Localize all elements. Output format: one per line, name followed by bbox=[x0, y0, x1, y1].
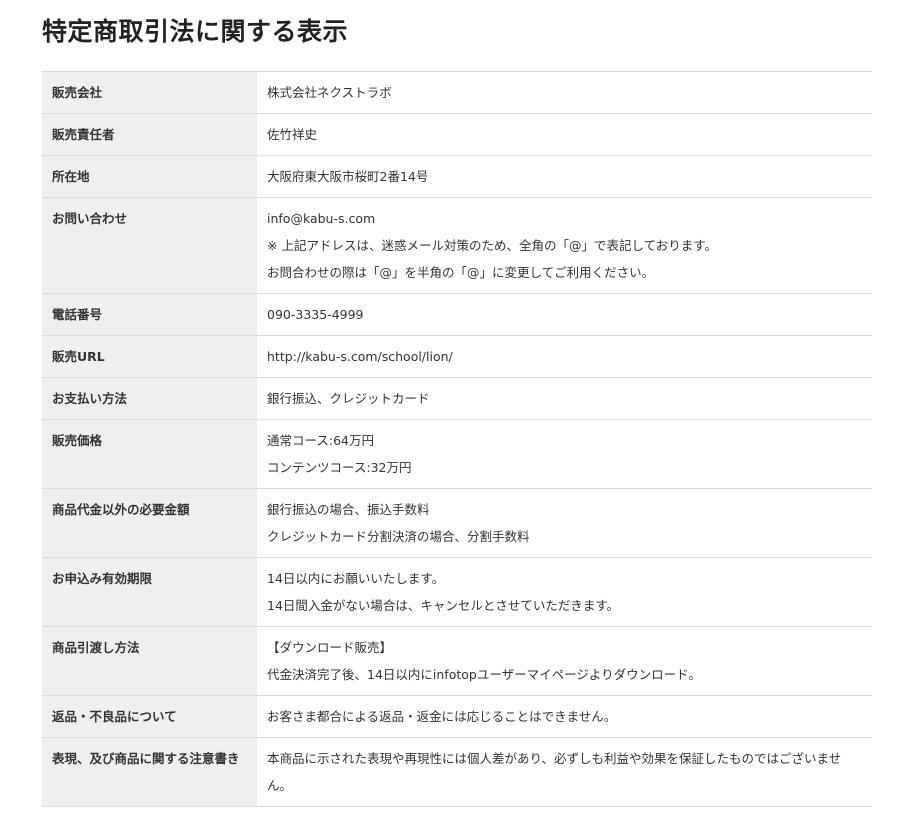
row-value: 銀行振込の場合、振込手数料 クレジットカード分割決済の場合、分割手数料 bbox=[257, 489, 872, 558]
contact-note: ※ 上記アドレスは、迷惑メール対策のため、全角の「@」で表記しております。 bbox=[267, 238, 717, 253]
row-label: お支払い方法 bbox=[42, 377, 257, 420]
delivery-line: 【ダウンロード販売】 bbox=[267, 640, 393, 655]
price-line: コンテンツコース:32万円 bbox=[267, 460, 412, 475]
row-label: 所在地 bbox=[42, 155, 257, 198]
row-value: 本商品に示された表現や再現性には個人差があり、必ずしも利益や効果を保証したもので… bbox=[257, 738, 872, 807]
fee-line: 銀行振込の場合、振込手数料 bbox=[267, 502, 430, 517]
contact-email[interactable]: info@kabu-s.com bbox=[267, 210, 862, 227]
row-value: 佐竹祥史 bbox=[257, 114, 872, 156]
row-label: 販売URL bbox=[42, 335, 257, 378]
table-row-address: 所在地 大阪府東大阪市桜町2番14号 bbox=[42, 155, 872, 198]
row-value: 通常コース:64万円 コンテンツコース:32万円 bbox=[257, 420, 872, 489]
company-name: 株式会社ネクストラボ bbox=[267, 85, 392, 100]
fee-line: クレジットカード分割決済の場合、分割手数料 bbox=[267, 529, 530, 544]
phone-number: 090-3335-4999 bbox=[267, 307, 364, 322]
row-value: 銀行振込、クレジットカード bbox=[257, 378, 872, 420]
row-value: 株式会社ネクストラボ bbox=[257, 72, 872, 114]
disclaimer-text: 本商品に示された表現や再現性には個人差があり、必ずしも利益や効果を保証したもので… bbox=[267, 751, 842, 793]
table-row-sales-url: 販売URL http://kabu-s.com/school/lion/ bbox=[42, 335, 872, 378]
address-text: 大阪府東大阪市桜町2番14号 bbox=[267, 169, 429, 184]
row-value: 090-3335-4999 bbox=[257, 294, 872, 336]
row-value: info@kabu-s.com ※ 上記アドレスは、迷惑メール対策のため、全角の… bbox=[257, 198, 872, 294]
page-title: 特定商取引法に関する表示 bbox=[42, 17, 349, 46]
table-row-phone: 電話番号 090-3335-4999 bbox=[42, 293, 872, 336]
deadline-line: 14日以内にお願いいたします。 bbox=[267, 571, 445, 586]
row-label: 販売責任者 bbox=[42, 113, 257, 156]
table-row-delivery-method: 商品引渡し方法 【ダウンロード販売】 代金決済完了後、14日以内にinfotop… bbox=[42, 626, 872, 696]
row-value: 14日以内にお願いいたします。 14日間入金がない場合は、キャンセルとさせていた… bbox=[257, 558, 872, 627]
table-row-seller: 販売会社 株式会社ネクストラボ bbox=[42, 71, 872, 114]
table-row-disclaimer: 表現、及び商品に関する注意書き 本商品に示された表現や再現性には個人差があり、必… bbox=[42, 737, 872, 807]
table-row-price: 販売価格 通常コース:64万円 コンテンツコース:32万円 bbox=[42, 419, 872, 489]
row-label: 販売価格 bbox=[42, 419, 257, 489]
row-value: 【ダウンロード販売】 代金決済完了後、14日以内にinfotopユーザーマイペー… bbox=[257, 627, 872, 696]
table-row-responsible-person: 販売責任者 佐竹祥史 bbox=[42, 113, 872, 156]
sales-url[interactable]: http://kabu-s.com/school/lion/ bbox=[267, 348, 862, 365]
payment-methods: 銀行振込、クレジットカード bbox=[267, 391, 430, 406]
responsible-person-name: 佐竹祥史 bbox=[267, 127, 318, 142]
row-value: http://kabu-s.com/school/lion/ bbox=[257, 336, 872, 378]
row-label: 商品引渡し方法 bbox=[42, 626, 257, 696]
row-label: 販売会社 bbox=[42, 71, 257, 114]
row-label: 商品代金以外の必要金額 bbox=[42, 488, 257, 558]
row-value: お客さま都合による返品・返金には応じることはできません。 bbox=[257, 696, 872, 738]
table-row-returns: 返品・不良品について お客さま都合による返品・返金には応じることはできません。 bbox=[42, 695, 872, 738]
table-row-payment-method: お支払い方法 銀行振込、クレジットカード bbox=[42, 377, 872, 420]
row-label: お問い合わせ bbox=[42, 197, 257, 294]
table-row-contact: お問い合わせ info@kabu-s.com ※ 上記アドレスは、迷惑メール対策… bbox=[42, 197, 872, 294]
table-row-application-deadline: お申込み有効期限 14日以内にお願いいたします。 14日間入金がない場合は、キャ… bbox=[42, 557, 872, 627]
table-row-extra-fees: 商品代金以外の必要金額 銀行振込の場合、振込手数料 クレジットカード分割決済の場… bbox=[42, 488, 872, 558]
row-label: 電話番号 bbox=[42, 293, 257, 336]
delivery-line: 代金決済完了後、14日以内にinfotopユーザーマイページよりダウンロード。 bbox=[267, 667, 701, 682]
deadline-line: 14日間入金がない場合は、キャンセルとさせていただきます。 bbox=[267, 598, 620, 613]
row-label: 表現、及び商品に関する注意書き bbox=[42, 737, 257, 807]
page: 特定商取引法に関する表示 販売会社 株式会社ネクストラボ 販売責任者 佐竹祥史 … bbox=[0, 0, 924, 824]
returns-policy: お客さま都合による返品・返金には応じることはできません。 bbox=[267, 709, 617, 724]
commerce-law-table: 販売会社 株式会社ネクストラボ 販売責任者 佐竹祥史 所在地 大阪府東大阪市桜町… bbox=[42, 71, 872, 807]
row-label: 返品・不良品について bbox=[42, 695, 257, 738]
row-value: 大阪府東大阪市桜町2番14号 bbox=[257, 156, 872, 198]
contact-note: お問合わせの際は「@」を半角の「@」に変更してご利用ください。 bbox=[267, 265, 655, 280]
price-line: 通常コース:64万円 bbox=[267, 433, 374, 448]
row-label: お申込み有効期限 bbox=[42, 557, 257, 627]
